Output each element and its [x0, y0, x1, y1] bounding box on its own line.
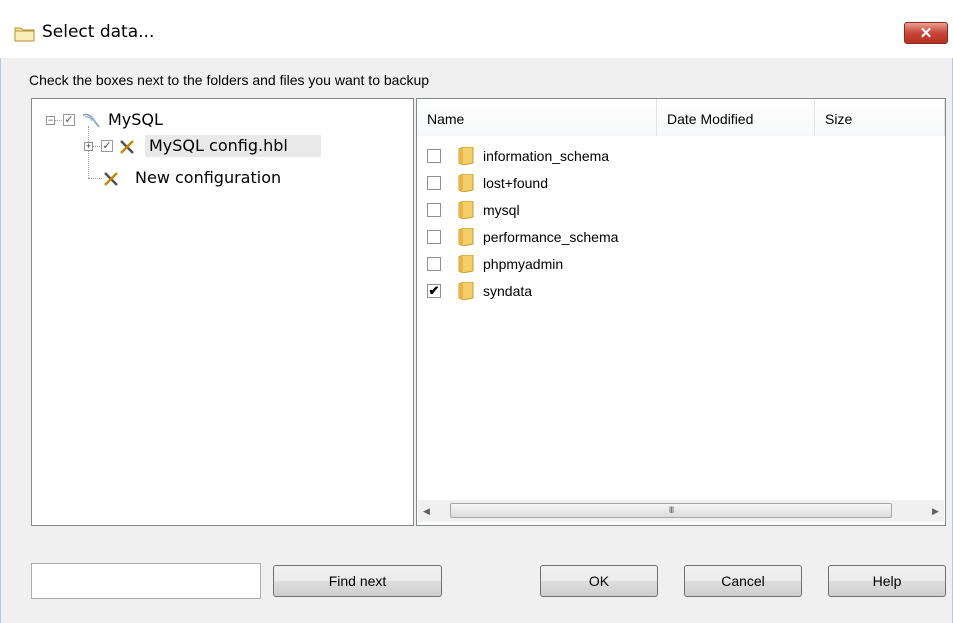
tree-label-mysql: MySQL — [108, 110, 163, 129]
tree-label-mysql-config: MySQL config.hbl — [149, 136, 288, 155]
column-header-date-modified[interactable]: Date Modified — [657, 99, 815, 136]
folder-icon — [458, 228, 474, 246]
tree-item-mysql-config[interactable]: + ✓ MySQL config.hbl — [32, 135, 412, 157]
close-icon: ✕ — [919, 25, 933, 42]
folder-icon — [458, 255, 474, 273]
ok-button[interactable]: OK — [540, 565, 658, 597]
item-name: mysql — [483, 202, 520, 218]
tree-checkbox-mysql[interactable]: ✓ — [63, 114, 75, 126]
column-header-size[interactable]: Size — [815, 99, 945, 136]
folder-icon — [458, 201, 474, 219]
item-checkbox[interactable]: ✔ — [427, 284, 441, 298]
item-checkbox[interactable] — [427, 203, 441, 217]
horizontal-scrollbar[interactable]: ◀ III ▶ — [418, 500, 944, 522]
title-bar[interactable]: Select data... ✕ — [0, 0, 953, 58]
cancel-button[interactable]: Cancel — [684, 565, 802, 597]
scrollbar-thumb[interactable]: III — [450, 503, 892, 518]
tree-checkbox-mysql-config[interactable]: ✓ — [101, 140, 113, 152]
database-icon — [82, 113, 100, 128]
tools-icon — [104, 172, 118, 186]
list-item[interactable]: lost+found — [427, 172, 927, 196]
list-item[interactable]: mysql — [427, 199, 927, 223]
folder-icon — [458, 147, 474, 165]
folder-icon — [458, 174, 474, 192]
folder-icon — [14, 27, 35, 42]
folder-tree[interactable]: − ✓ MySQL + ✓ MySQL config.hbl New confi… — [31, 98, 414, 526]
scroll-right-icon[interactable]: ▶ — [927, 500, 944, 522]
find-next-button[interactable]: Find next — [273, 565, 442, 597]
scroll-left-icon[interactable]: ◀ — [418, 500, 435, 522]
column-header-name[interactable]: Name — [417, 99, 657, 136]
expand-icon[interactable]: + — [84, 142, 93, 151]
list-item[interactable]: information_schema — [427, 145, 927, 169]
tree-item-new-configuration[interactable]: New configuration — [32, 167, 412, 189]
select-data-dialog: Select data... ✕ Check the boxes next to… — [0, 0, 953, 623]
item-name: performance_schema — [483, 229, 619, 245]
item-name: phpmyadmin — [483, 256, 564, 272]
item-name: lost+found — [483, 175, 548, 191]
instruction-text: Check the boxes next to the folders and … — [29, 72, 430, 88]
grip-icon: III — [668, 505, 675, 515]
item-name: information_schema — [483, 148, 610, 164]
item-checkbox[interactable] — [427, 257, 441, 271]
window-title: Select data... — [42, 22, 155, 42]
item-checkbox[interactable] — [427, 149, 441, 163]
list-item[interactable]: phpmyadmin — [427, 253, 927, 277]
tools-icon — [120, 140, 134, 154]
list-item[interactable]: performance_schema — [427, 226, 927, 250]
file-list[interactable]: Name Date Modified Size information_sche… — [416, 98, 946, 526]
item-checkbox[interactable] — [427, 176, 441, 190]
list-item[interactable]: ✔ syndata — [427, 280, 927, 304]
item-name: syndata — [483, 283, 533, 299]
collapse-icon[interactable]: − — [46, 116, 55, 125]
close-button[interactable]: ✕ — [904, 22, 948, 44]
item-checkbox[interactable] — [427, 230, 441, 244]
tree-item-mysql[interactable]: − ✓ MySQL — [32, 109, 412, 131]
help-button[interactable]: Help — [828, 565, 946, 597]
search-input[interactable] — [31, 563, 261, 599]
tree-label-new-configuration: New configuration — [135, 168, 282, 187]
folder-icon — [458, 282, 474, 300]
